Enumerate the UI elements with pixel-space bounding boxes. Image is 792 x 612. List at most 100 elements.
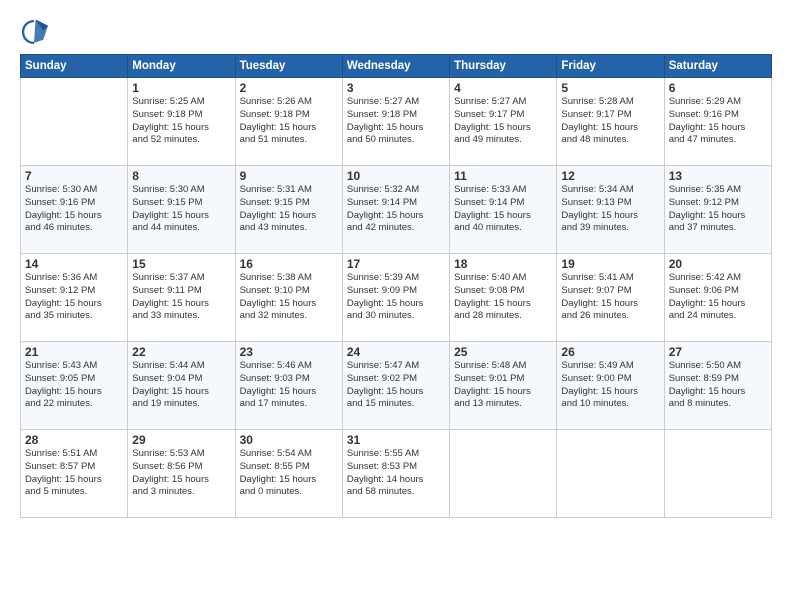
- day-info: Sunrise: 5:27 AM Sunset: 9:17 PM Dayligh…: [454, 96, 552, 147]
- day-info: Sunrise: 5:35 AM Sunset: 9:12 PM Dayligh…: [669, 184, 767, 235]
- day-number: 31: [347, 433, 445, 447]
- calendar-cell: 20Sunrise: 5:42 AM Sunset: 9:06 PM Dayli…: [664, 254, 771, 342]
- day-info: Sunrise: 5:46 AM Sunset: 9:03 PM Dayligh…: [240, 360, 338, 411]
- calendar-week-row: 28Sunrise: 5:51 AM Sunset: 8:57 PM Dayli…: [21, 430, 772, 518]
- header: [20, 18, 772, 46]
- calendar-cell: 24Sunrise: 5:47 AM Sunset: 9:02 PM Dayli…: [342, 342, 449, 430]
- calendar-cell: 1Sunrise: 5:25 AM Sunset: 9:18 PM Daylig…: [128, 78, 235, 166]
- calendar-cell: 31Sunrise: 5:55 AM Sunset: 8:53 PM Dayli…: [342, 430, 449, 518]
- calendar-cell: 28Sunrise: 5:51 AM Sunset: 8:57 PM Dayli…: [21, 430, 128, 518]
- day-info: Sunrise: 5:30 AM Sunset: 9:16 PM Dayligh…: [25, 184, 123, 235]
- day-number: 26: [561, 345, 659, 359]
- day-number: 19: [561, 257, 659, 271]
- calendar-cell: 14Sunrise: 5:36 AM Sunset: 9:12 PM Dayli…: [21, 254, 128, 342]
- day-number: 23: [240, 345, 338, 359]
- calendar-cell: 8Sunrise: 5:30 AM Sunset: 9:15 PM Daylig…: [128, 166, 235, 254]
- day-number: 1: [132, 81, 230, 95]
- day-number: 14: [25, 257, 123, 271]
- logo: [20, 18, 52, 46]
- day-info: Sunrise: 5:51 AM Sunset: 8:57 PM Dayligh…: [25, 448, 123, 499]
- calendar-cell: 4Sunrise: 5:27 AM Sunset: 9:17 PM Daylig…: [450, 78, 557, 166]
- day-number: 13: [669, 169, 767, 183]
- day-number: 2: [240, 81, 338, 95]
- day-number: 3: [347, 81, 445, 95]
- calendar-week-row: 21Sunrise: 5:43 AM Sunset: 9:05 PM Dayli…: [21, 342, 772, 430]
- calendar-cell: 9Sunrise: 5:31 AM Sunset: 9:15 PM Daylig…: [235, 166, 342, 254]
- day-info: Sunrise: 5:55 AM Sunset: 8:53 PM Dayligh…: [347, 448, 445, 499]
- calendar-week-row: 7Sunrise: 5:30 AM Sunset: 9:16 PM Daylig…: [21, 166, 772, 254]
- calendar-cell: 22Sunrise: 5:44 AM Sunset: 9:04 PM Dayli…: [128, 342, 235, 430]
- logo-icon: [20, 18, 48, 46]
- day-number: 28: [25, 433, 123, 447]
- day-number: 10: [347, 169, 445, 183]
- day-number: 8: [132, 169, 230, 183]
- day-info: Sunrise: 5:42 AM Sunset: 9:06 PM Dayligh…: [669, 272, 767, 323]
- day-number: 6: [669, 81, 767, 95]
- calendar-cell: 21Sunrise: 5:43 AM Sunset: 9:05 PM Dayli…: [21, 342, 128, 430]
- calendar-cell: [450, 430, 557, 518]
- calendar-cell: 27Sunrise: 5:50 AM Sunset: 8:59 PM Dayli…: [664, 342, 771, 430]
- page: SundayMondayTuesdayWednesdayThursdayFrid…: [0, 0, 792, 612]
- day-info: Sunrise: 5:27 AM Sunset: 9:18 PM Dayligh…: [347, 96, 445, 147]
- calendar-week-row: 14Sunrise: 5:36 AM Sunset: 9:12 PM Dayli…: [21, 254, 772, 342]
- calendar-cell: 30Sunrise: 5:54 AM Sunset: 8:55 PM Dayli…: [235, 430, 342, 518]
- day-number: 4: [454, 81, 552, 95]
- weekday-header: Thursday: [450, 55, 557, 78]
- weekday-header: Wednesday: [342, 55, 449, 78]
- day-info: Sunrise: 5:26 AM Sunset: 9:18 PM Dayligh…: [240, 96, 338, 147]
- day-number: 27: [669, 345, 767, 359]
- day-info: Sunrise: 5:41 AM Sunset: 9:07 PM Dayligh…: [561, 272, 659, 323]
- day-info: Sunrise: 5:29 AM Sunset: 9:16 PM Dayligh…: [669, 96, 767, 147]
- weekday-header: Saturday: [664, 55, 771, 78]
- calendar-cell: 11Sunrise: 5:33 AM Sunset: 9:14 PM Dayli…: [450, 166, 557, 254]
- calendar-cell: 2Sunrise: 5:26 AM Sunset: 9:18 PM Daylig…: [235, 78, 342, 166]
- day-info: Sunrise: 5:32 AM Sunset: 9:14 PM Dayligh…: [347, 184, 445, 235]
- day-number: 25: [454, 345, 552, 359]
- day-info: Sunrise: 5:33 AM Sunset: 9:14 PM Dayligh…: [454, 184, 552, 235]
- calendar-cell: 26Sunrise: 5:49 AM Sunset: 9:00 PM Dayli…: [557, 342, 664, 430]
- day-info: Sunrise: 5:50 AM Sunset: 8:59 PM Dayligh…: [669, 360, 767, 411]
- day-number: 20: [669, 257, 767, 271]
- calendar-cell: 5Sunrise: 5:28 AM Sunset: 9:17 PM Daylig…: [557, 78, 664, 166]
- day-number: 22: [132, 345, 230, 359]
- day-number: 30: [240, 433, 338, 447]
- day-number: 21: [25, 345, 123, 359]
- day-info: Sunrise: 5:54 AM Sunset: 8:55 PM Dayligh…: [240, 448, 338, 499]
- day-info: Sunrise: 5:44 AM Sunset: 9:04 PM Dayligh…: [132, 360, 230, 411]
- calendar-cell: 13Sunrise: 5:35 AM Sunset: 9:12 PM Dayli…: [664, 166, 771, 254]
- day-number: 29: [132, 433, 230, 447]
- weekday-header-row: SundayMondayTuesdayWednesdayThursdayFrid…: [21, 55, 772, 78]
- calendar-table: SundayMondayTuesdayWednesdayThursdayFrid…: [20, 54, 772, 518]
- calendar-cell: 18Sunrise: 5:40 AM Sunset: 9:08 PM Dayli…: [450, 254, 557, 342]
- day-number: 5: [561, 81, 659, 95]
- calendar-cell: 17Sunrise: 5:39 AM Sunset: 9:09 PM Dayli…: [342, 254, 449, 342]
- day-number: 12: [561, 169, 659, 183]
- day-info: Sunrise: 5:25 AM Sunset: 9:18 PM Dayligh…: [132, 96, 230, 147]
- day-number: 9: [240, 169, 338, 183]
- day-info: Sunrise: 5:53 AM Sunset: 8:56 PM Dayligh…: [132, 448, 230, 499]
- day-info: Sunrise: 5:30 AM Sunset: 9:15 PM Dayligh…: [132, 184, 230, 235]
- weekday-header: Tuesday: [235, 55, 342, 78]
- calendar-cell: 12Sunrise: 5:34 AM Sunset: 9:13 PM Dayli…: [557, 166, 664, 254]
- weekday-header: Monday: [128, 55, 235, 78]
- day-number: 16: [240, 257, 338, 271]
- calendar-cell: 29Sunrise: 5:53 AM Sunset: 8:56 PM Dayli…: [128, 430, 235, 518]
- calendar-cell: 6Sunrise: 5:29 AM Sunset: 9:16 PM Daylig…: [664, 78, 771, 166]
- calendar-cell: 19Sunrise: 5:41 AM Sunset: 9:07 PM Dayli…: [557, 254, 664, 342]
- day-info: Sunrise: 5:28 AM Sunset: 9:17 PM Dayligh…: [561, 96, 659, 147]
- calendar-cell: 16Sunrise: 5:38 AM Sunset: 9:10 PM Dayli…: [235, 254, 342, 342]
- day-info: Sunrise: 5:47 AM Sunset: 9:02 PM Dayligh…: [347, 360, 445, 411]
- day-info: Sunrise: 5:34 AM Sunset: 9:13 PM Dayligh…: [561, 184, 659, 235]
- calendar-cell: 15Sunrise: 5:37 AM Sunset: 9:11 PM Dayli…: [128, 254, 235, 342]
- calendar-cell: 3Sunrise: 5:27 AM Sunset: 9:18 PM Daylig…: [342, 78, 449, 166]
- day-info: Sunrise: 5:31 AM Sunset: 9:15 PM Dayligh…: [240, 184, 338, 235]
- day-number: 11: [454, 169, 552, 183]
- calendar-cell: 23Sunrise: 5:46 AM Sunset: 9:03 PM Dayli…: [235, 342, 342, 430]
- day-number: 7: [25, 169, 123, 183]
- day-info: Sunrise: 5:37 AM Sunset: 9:11 PM Dayligh…: [132, 272, 230, 323]
- calendar-cell: 25Sunrise: 5:48 AM Sunset: 9:01 PM Dayli…: [450, 342, 557, 430]
- calendar-cell: [557, 430, 664, 518]
- weekday-header: Sunday: [21, 55, 128, 78]
- calendar-cell: 7Sunrise: 5:30 AM Sunset: 9:16 PM Daylig…: [21, 166, 128, 254]
- day-info: Sunrise: 5:49 AM Sunset: 9:00 PM Dayligh…: [561, 360, 659, 411]
